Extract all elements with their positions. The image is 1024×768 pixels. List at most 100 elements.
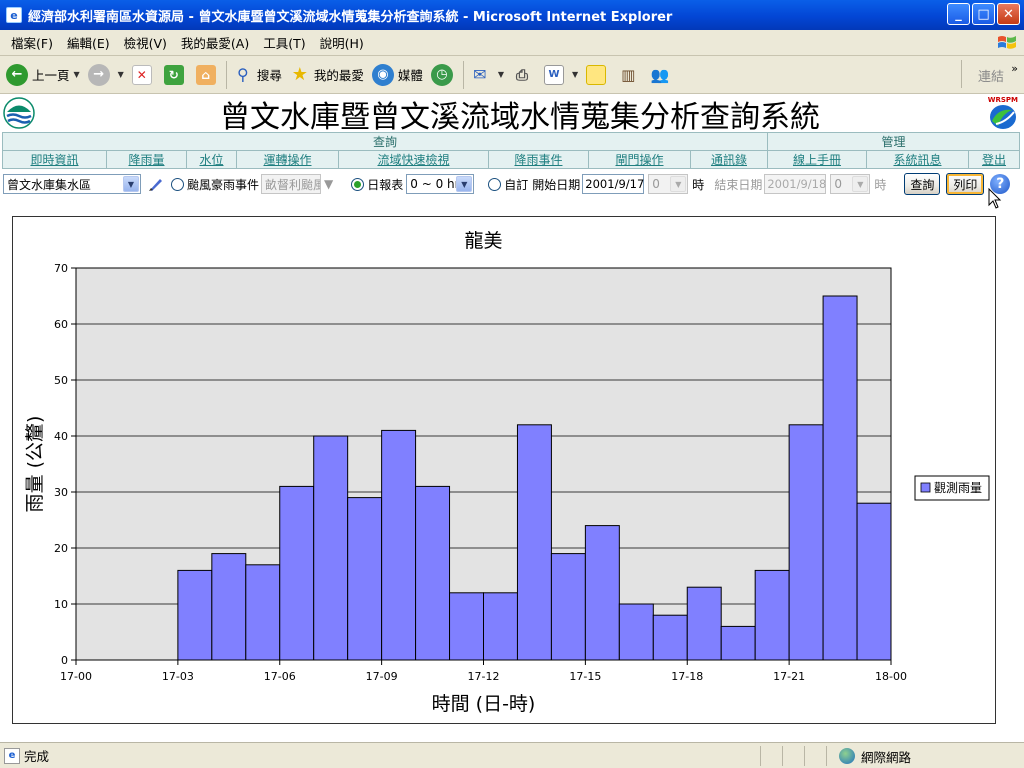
messenger-button[interactable]: 👥 xyxy=(648,59,676,91)
chevron-down-icon: ▼ xyxy=(73,70,80,79)
search-icon: ⚲ xyxy=(236,65,249,84)
chevron-down-icon: ▼ xyxy=(670,176,687,192)
ie-icon: e xyxy=(6,7,22,23)
legend-label: 觀測雨量 xyxy=(934,481,982,495)
bar xyxy=(822,295,858,661)
favorites-button[interactable]: ★ 我的最愛 xyxy=(288,59,366,91)
stop-button[interactable]: ✕ xyxy=(130,59,158,91)
nav-water-level[interactable]: 水位 xyxy=(199,153,223,167)
x-tick-label: 17-15 xyxy=(569,670,601,683)
toolbar-chevron-icon[interactable]: » xyxy=(1011,62,1018,75)
menu-tools[interactable]: 工具(T) xyxy=(263,33,305,52)
history-button[interactable]: ◷ xyxy=(429,59,459,91)
media-button[interactable]: ◉ 媒體 xyxy=(370,59,425,91)
daily-hour-select[interactable]: 0 ~ 0 hr ▼ xyxy=(406,174,475,194)
printer-icon: ⎙ xyxy=(516,65,529,84)
y-tick-label: 0 xyxy=(61,654,68,667)
wrspm-logo: WRSPM xyxy=(986,96,1020,130)
nav-logout[interactable]: 登出 xyxy=(982,153,1006,167)
links-label[interactable]: 連結 xyxy=(978,66,1004,85)
bar xyxy=(856,502,892,661)
forward-arrow-icon: → xyxy=(87,63,110,86)
pen-icon xyxy=(149,179,162,191)
region-select[interactable]: 曾文水庫集水區 ▼ xyxy=(3,174,141,194)
browser-toolbar: ← 上一頁 ▼ → ▼ ✕ ↻ ⌂ ⚲ 搜尋 ★ 我的最愛 ◉ 媒體 ◷ ✉ ▼… xyxy=(0,56,1024,94)
refresh-button[interactable]: ↻ xyxy=(162,59,190,91)
daily-report-radio[interactable] xyxy=(351,177,365,191)
close-button[interactable]: ✕ xyxy=(997,3,1020,25)
star-icon: ★ xyxy=(291,64,308,85)
menu-bar: 檔案(F) 編輯(E) 檢視(V) 我的最愛(A) 工具(T) 說明(H) xyxy=(0,30,1024,56)
x-tick-label: 17-09 xyxy=(366,670,398,683)
security-zone: 網際網路 xyxy=(826,746,1024,766)
y-axis-label: 雨量 (公釐) xyxy=(24,416,46,513)
end-date-input[interactable]: 2001/9/18 xyxy=(764,174,827,194)
menu-file[interactable]: 檔案(F) xyxy=(11,33,53,52)
print-toolbar-button[interactable]: ⎙ xyxy=(510,59,538,91)
custom-range-radio[interactable] xyxy=(488,177,502,191)
page-content: 曾文水庫暨曾文溪流域水情蒐集分析查詢系統 WRSPM 查詢 管理 即時資訊 降雨… xyxy=(0,94,1024,742)
research-button[interactable]: ▥ xyxy=(616,59,644,91)
menu-favorites[interactable]: 我的最愛(A) xyxy=(181,33,249,52)
messenger-icon: 👥 xyxy=(650,65,670,84)
daily-report-label: 日報表 xyxy=(367,177,404,192)
start-hour-select[interactable]: 0 ▼ xyxy=(648,174,689,194)
mail-icon: ✉ xyxy=(473,65,487,84)
mouse-cursor-icon xyxy=(988,188,1002,209)
nav-gate-operation[interactable]: 閘門操作 xyxy=(615,153,663,167)
page-done-icon: e xyxy=(4,747,20,764)
nav-operation[interactable]: 運轉操作 xyxy=(263,153,311,167)
rainfall-chart-panel: 0 10 20 30 40 50 60 70 17-00 17-03 17-06 17-09 17-12… xyxy=(12,216,996,724)
discuss-button[interactable] xyxy=(584,59,612,91)
page-header: 曾文水庫暨曾文溪流域水情蒐集分析查詢系統 WRSPM xyxy=(0,94,1024,135)
search-button[interactable]: ⚲ 搜尋 xyxy=(231,59,284,91)
typhoon-event-select[interactable]: 畝督利颱風 xyxy=(261,174,322,194)
page-title: 曾文水庫暨曾文溪流域水情蒐集分析查詢系統 xyxy=(220,100,820,135)
query-button[interactable]: 查詢 xyxy=(904,173,941,195)
end-hour-select[interactable]: 0 ▼ xyxy=(830,174,871,194)
x-axis-label: 時間 (日-時) xyxy=(432,693,536,715)
minimize-button[interactable]: _ xyxy=(947,3,970,25)
window-titlebar: e 經濟部水利署南區水資源局 - 曾文水庫暨曾文溪流域水情蒐集分析查詢系統 - … xyxy=(0,0,1024,30)
bar xyxy=(686,586,722,661)
bar xyxy=(347,497,383,661)
bar xyxy=(381,429,417,661)
status-bar: e 完成 網際網路 xyxy=(0,742,1024,768)
mail-button[interactable]: ✉ ▼ xyxy=(468,59,506,91)
end-date-label: 結束日期 xyxy=(714,177,763,192)
maximize-button[interactable]: □ xyxy=(972,3,995,25)
edit-button[interactable]: W ▼ xyxy=(542,59,580,91)
start-date-input[interactable]: 2001/9/17 xyxy=(582,174,645,194)
start-hour-unit: 時 xyxy=(692,177,705,192)
nav-group-query: 查詢 xyxy=(2,132,768,151)
y-tick-label: 40 xyxy=(54,430,68,443)
y-tick-label: 20 xyxy=(54,542,68,555)
menu-view[interactable]: 檢視(V) xyxy=(124,33,167,52)
forward-button[interactable]: → ▼ xyxy=(86,59,126,91)
nav-basin-quick-view[interactable]: 流域快速檢視 xyxy=(377,153,449,167)
disabled-chevron-icon: ▼ xyxy=(324,177,334,191)
y-tick-label: 50 xyxy=(54,374,68,387)
back-arrow-icon: ← xyxy=(6,63,28,86)
x-tick-label: 17-21 xyxy=(773,670,805,683)
typhoon-event-radio[interactable] xyxy=(171,177,184,191)
nav-rainfall[interactable]: 降雨量 xyxy=(128,153,164,167)
y-tick-label: 10 xyxy=(54,598,68,611)
bar xyxy=(177,569,213,661)
nav-rain-event[interactable]: 降雨事件 xyxy=(514,153,562,167)
x-tick-label: 17-03 xyxy=(162,670,194,683)
menu-edit[interactable]: 編輯(E) xyxy=(67,33,110,52)
chevron-down-icon: ▼ xyxy=(123,176,139,192)
nav-contacts[interactable]: 通訊錄 xyxy=(711,153,747,167)
nav-group-manage: 管理 xyxy=(767,132,1020,151)
nav-system-message[interactable]: 系統訊息 xyxy=(893,153,941,167)
menu-help[interactable]: 說明(H) xyxy=(320,33,364,52)
nav-online-manual[interactable]: 線上手冊 xyxy=(793,153,841,167)
back-button[interactable]: ← 上一頁 ▼ xyxy=(4,59,82,91)
print-button[interactable]: 列印 xyxy=(946,173,985,195)
home-button[interactable]: ⌂ xyxy=(194,59,222,91)
x-tick-label: 17-12 xyxy=(468,670,500,683)
x-tick-label: 17-18 xyxy=(671,670,703,683)
nav-realtime[interactable]: 即時資訊 xyxy=(30,153,78,167)
bar xyxy=(245,564,281,661)
